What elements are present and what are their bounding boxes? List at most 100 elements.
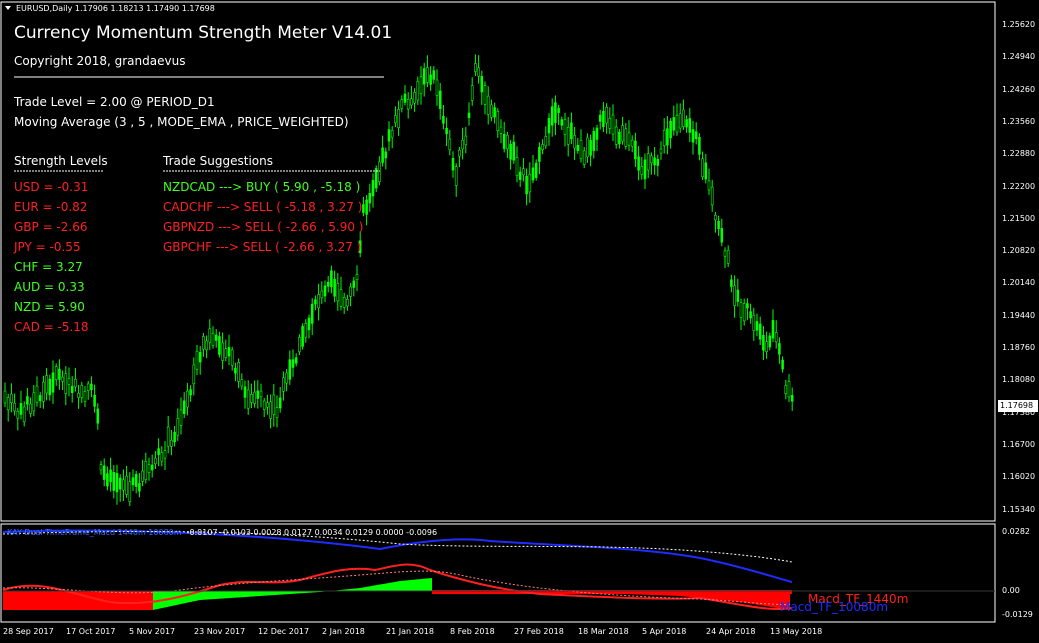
- candle-body: [144, 461, 148, 480]
- candle-body: [170, 439, 173, 447]
- candle-body: [285, 372, 288, 384]
- candle-body: [157, 448, 160, 455]
- candle-body: [80, 385, 84, 398]
- candle-body: [595, 127, 599, 140]
- candle-body: [701, 158, 704, 178]
- candle-body: [490, 104, 493, 118]
- candle-body: [749, 311, 752, 319]
- candle-body: [746, 303, 749, 309]
- candle-body: [58, 368, 61, 380]
- chart-menu-icon[interactable]: [5, 6, 11, 10]
- indicator-name: KAY Dual TimeFrame_Macd 1440m 10080m: [7, 528, 182, 537]
- candle-body: [544, 136, 548, 147]
- price-tick-label: 1.23560: [1002, 116, 1036, 126]
- candle-body: [349, 286, 352, 297]
- candle-body: [195, 351, 199, 370]
- histogram-pos-block: [153, 578, 432, 610]
- candle-body: [522, 168, 525, 176]
- candle-body: [579, 139, 583, 160]
- price-tick-label: 1.18080: [1002, 375, 1036, 385]
- candle-body: [624, 128, 628, 147]
- candle-body: [477, 67, 480, 77]
- candle-body: [115, 472, 119, 493]
- candle-body: [557, 107, 560, 113]
- candle-body: [656, 159, 660, 166]
- candle-body: [502, 133, 506, 149]
- candle-body: [720, 228, 724, 243]
- candle-body: [726, 249, 730, 264]
- candle-body: [560, 119, 564, 126]
- date-tick-label: 27 Feb 2018: [514, 627, 564, 636]
- candle-body: [48, 378, 52, 396]
- candle-body: [90, 383, 93, 391]
- candle-body: [74, 378, 77, 388]
- panel-title: Currency Momentum Strength Meter V14.01: [14, 23, 393, 43]
- candle-body: [592, 131, 596, 152]
- candle-body: [3, 390, 7, 404]
- candle-body: [317, 294, 320, 309]
- trade-level: Trade Level = 2.00 @ PERIOD_D1: [14, 95, 215, 109]
- candle-body: [384, 151, 388, 159]
- candle-body: [45, 375, 48, 394]
- price-tick-label: 1.24260: [1002, 84, 1036, 94]
- candle-body: [198, 352, 202, 363]
- candle-body: [54, 366, 58, 380]
- candle-body: [602, 111, 605, 128]
- candle-body: [266, 402, 269, 408]
- candle-body: [272, 394, 276, 415]
- candle-body: [224, 348, 228, 358]
- candle-body: [525, 175, 528, 195]
- candle-body: [352, 280, 356, 288]
- candle-body: [128, 481, 132, 502]
- candle-body: [141, 470, 144, 482]
- candle-body: [678, 113, 682, 129]
- candle-body: [454, 166, 458, 186]
- candle-body: [675, 115, 679, 133]
- candle-body: [70, 385, 74, 393]
- candle-body: [538, 147, 541, 162]
- candle-body: [67, 378, 71, 385]
- candle-body: [659, 148, 663, 154]
- candle-body: [669, 120, 672, 139]
- date-tick-label: 5 Apr 2018: [642, 627, 687, 636]
- candle-body: [230, 349, 234, 366]
- candle-body: [528, 173, 532, 193]
- candle-body: [717, 220, 720, 229]
- candle-body: [598, 114, 602, 122]
- candle-body: [154, 457, 157, 465]
- moving-average-info: Moving Average (3 , 5 , MODE_EMA , PRICE…: [14, 115, 349, 129]
- candle-body: [480, 76, 484, 93]
- candle-body: [400, 99, 404, 109]
- candle-body: [573, 135, 576, 149]
- candle-body: [259, 390, 263, 398]
- symbol-header: EURUSD,Daily 1.17906 1.18213 1.17490 1.1…: [16, 4, 215, 13]
- candle-body: [646, 153, 650, 171]
- candle-body: [691, 129, 695, 143]
- candle-body: [723, 250, 727, 257]
- candle-body: [86, 383, 90, 391]
- candle-body: [682, 109, 685, 127]
- candle-body: [499, 126, 503, 134]
- price-tick-label: 1.20820: [1002, 246, 1036, 256]
- candle-body: [16, 410, 20, 419]
- price-tick-label: 1.16020: [1002, 472, 1036, 482]
- date-tick-label: 24 Apr 2018: [706, 627, 756, 636]
- candle-body: [445, 127, 448, 135]
- candle-body: [570, 122, 573, 140]
- candle-body: [19, 403, 23, 415]
- indicator-title: KAY Dual TimeFrame_Macd 1440m 10080m -0.…: [7, 528, 437, 537]
- candle-body: [506, 134, 509, 150]
- candle-body: [275, 407, 279, 418]
- strength-item: NZD = 5.90: [14, 300, 85, 314]
- candle-body: [336, 283, 340, 302]
- candle-body: [736, 289, 740, 302]
- price-tick-label: 1.18760: [1002, 343, 1036, 352]
- candle-body: [106, 473, 109, 487]
- candle-body: [730, 279, 733, 287]
- candle-body: [150, 464, 154, 471]
- candle-body: [640, 166, 644, 175]
- candle-body: [605, 106, 608, 124]
- candle-body: [368, 192, 372, 204]
- candle-body: [410, 98, 413, 106]
- candle-body: [541, 144, 544, 150]
